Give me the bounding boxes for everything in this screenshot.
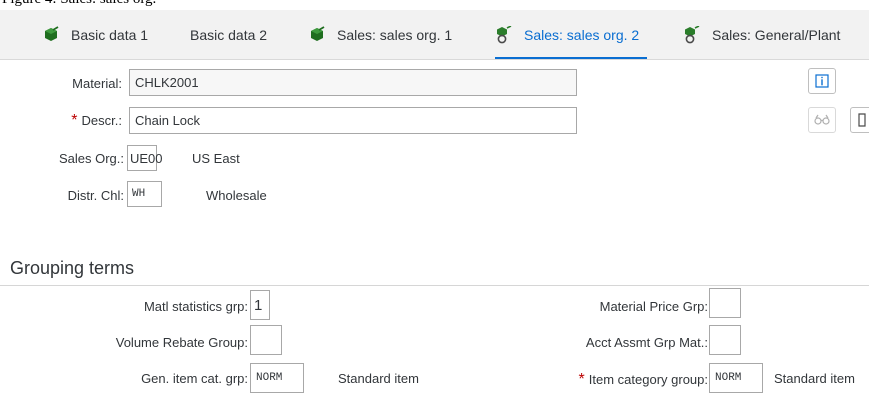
item-category-group-label-text: Item category group: [588, 372, 708, 387]
sales-org-description: US East [192, 151, 240, 166]
tab-sales-general-plant[interactable]: Sales: General/Plant [683, 10, 840, 60]
info-button[interactable] [808, 68, 836, 94]
display-button[interactable] [808, 107, 836, 133]
material-value: CHLK2001 [135, 75, 199, 90]
gen-item-cat-label: Gen. item cat. grp: [141, 371, 248, 386]
distr-chl-value: WH [132, 188, 146, 200]
acct-assmt-grp-label: Acct Assmt Grp Mat.: [585, 335, 708, 350]
material-label: Material: [72, 76, 122, 91]
description-value: Chain Lock [135, 113, 201, 128]
item-category-group-field[interactable]: NORM [709, 363, 763, 393]
material-price-grp-label: Material Price Grp: [599, 299, 708, 314]
tab-basic-data-1[interactable]: Basic data 1 [42, 10, 148, 60]
gen-item-cat-field[interactable]: NORM [250, 363, 304, 393]
cube-ring-icon [497, 26, 512, 44]
acct-assmt-grp-field[interactable] [709, 325, 741, 355]
descr-label: * Descr.: [71, 112, 122, 130]
volume-rebate-label: Volume Rebate Group: [115, 335, 248, 350]
item-category-group-description: Standard item [774, 371, 855, 386]
cube-ring-icon [685, 26, 700, 44]
checked-cube-icon [45, 26, 59, 41]
sales-org-field[interactable]: UE00 [127, 145, 163, 171]
tab-label: Sales: General/Plant [712, 27, 841, 43]
glasses-icon [814, 114, 830, 125]
distr-chl-field[interactable]: WH [127, 181, 162, 207]
distr-chl-label: Distr. Chl: [67, 188, 124, 203]
tab-label: Sales: sales org. 2 [524, 27, 640, 43]
copy-button[interactable] [850, 107, 869, 133]
tab-label: Sales: sales org. 1 [337, 27, 453, 43]
tab-basic-data-2[interactable]: Basic data 2 [190, 10, 267, 60]
tab-label: Basic data 1 [71, 27, 149, 43]
tab-sales-org-2[interactable]: Sales: sales org. 2 [495, 10, 648, 60]
section-divider [0, 285, 869, 286]
matl-statistics-value: 1 [254, 296, 263, 314]
required-marker: * [71, 112, 78, 129]
tab-sales-org-1[interactable]: Sales: sales org. 1 [308, 10, 452, 60]
top-strip: Figure 4: Sales: sales org. [0, 0, 869, 10]
tab-bar: Basic data 1 Basic data 2 Sales: sales o… [0, 10, 869, 60]
item-category-group-value: NORM [715, 372, 742, 384]
gen-item-cat-description: Standard item [338, 371, 419, 386]
required-marker: * [578, 371, 585, 388]
tab-label: Basic data 2 [190, 27, 268, 43]
active-tab-indicator [495, 57, 648, 59]
material-field[interactable]: CHLK2001 [129, 69, 577, 96]
sales-org-label: Sales Org.: [58, 151, 124, 166]
gen-item-cat-value: NORM [256, 372, 283, 384]
description-field[interactable]: Chain Lock [129, 107, 577, 134]
checked-cube-icon [311, 26, 325, 41]
volume-rebate-field[interactable] [250, 325, 282, 355]
item-category-group-label: * Item category group: [579, 371, 708, 389]
figure-caption: Figure 4: Sales: sales org. [2, 0, 156, 8]
copy-icon [858, 113, 866, 127]
sales-org-value: UE00 [130, 150, 163, 166]
info-icon [815, 74, 829, 88]
distr-chl-description: Wholesale [206, 188, 267, 203]
matl-statistics-label: Matl statistics grp: [143, 299, 248, 314]
matl-statistics-field[interactable]: 1 [250, 290, 270, 320]
descr-label-text: Descr.: [81, 113, 122, 128]
material-price-grp-field[interactable] [709, 288, 741, 318]
section-title-grouping-terms: Grouping terms [10, 258, 135, 278]
